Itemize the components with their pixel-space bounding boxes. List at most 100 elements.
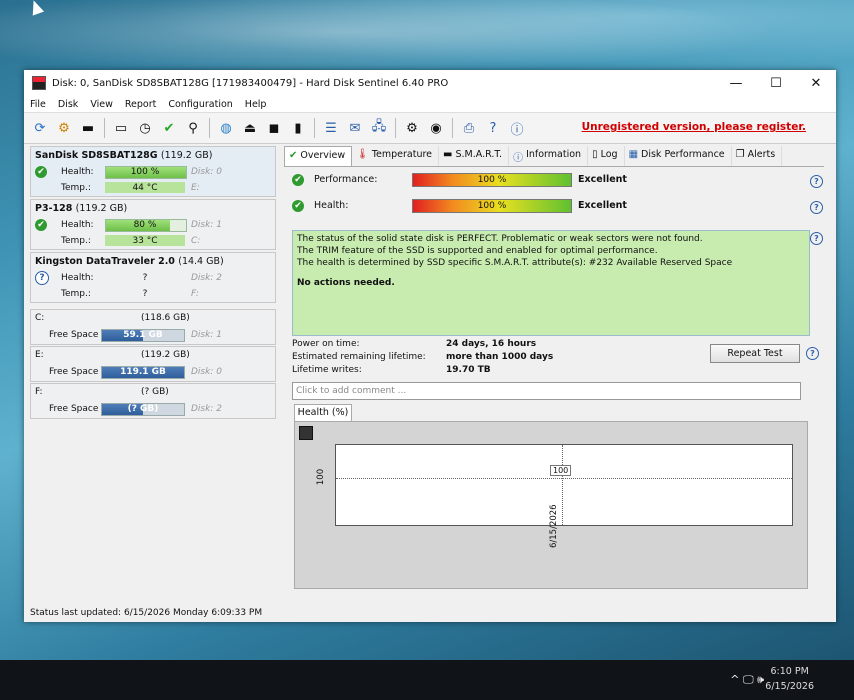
sound-icon[interactable]: ◉: [426, 118, 446, 138]
x-tick-label: 6/15/2026: [549, 504, 559, 548]
maximize-button[interactable]: ☐: [756, 70, 796, 96]
camera-icon[interactable]: ⎙: [459, 118, 479, 138]
writes-label: Lifetime writes:: [292, 365, 362, 375]
tab-overview[interactable]: ✔ Overview: [284, 146, 353, 166]
eject-icon[interactable]: ⏏: [240, 118, 260, 138]
disk-index: Disk: 1: [191, 220, 222, 230]
info-icon[interactable]: ⓘ: [507, 118, 527, 138]
volume-panel[interactable]: C: (118.6 GB) Free Space 59.1 GB Disk: 1: [30, 309, 276, 345]
help-icon[interactable]: ?: [810, 232, 823, 245]
performance-value: 100 %: [477, 175, 507, 185]
help-icon[interactable]: ?: [810, 201, 823, 214]
temp-value: ?: [142, 289, 148, 299]
disk-index: Disk: 0: [191, 167, 222, 177]
help-icon[interactable]: ?: [483, 118, 503, 138]
help-icon[interactable]: ?: [806, 347, 819, 360]
volume-panel[interactable]: F: (? GB) Free Space (? GB) Disk: 2: [30, 383, 276, 419]
system-tray[interactable]: ^ 🖵 🕪: [730, 673, 764, 687]
close-button[interactable]: ✕: [796, 70, 836, 96]
tab-temperature[interactable]: 🌡 Temperature: [352, 146, 440, 166]
comment-input[interactable]: Click to add comment ...: [292, 382, 801, 400]
check-icon: ✔: [35, 166, 47, 178]
y-tick-label: 100: [316, 468, 327, 486]
menu-view[interactable]: View: [84, 99, 119, 110]
temp-label: Temp.:: [61, 183, 91, 193]
globe-icon[interactable]: ◍: [216, 118, 236, 138]
settings-icon[interactable]: ⚙: [402, 118, 422, 138]
clock-test-icon[interactable]: ◷: [135, 118, 155, 138]
tab-bar: ✔ Overview 🌡 Temperature ▬ S.M.A.R.T. ⓘ Info…: [284, 146, 824, 167]
refresh-disk-icon[interactable]: ⚙: [54, 118, 74, 138]
tab-label: Log: [600, 149, 618, 160]
repeat-test-button[interactable]: Repeat Test: [710, 344, 800, 363]
status-line: The health is determined by SSD specific…: [297, 258, 733, 268]
check-icon: ✔: [292, 174, 304, 186]
disk-icon[interactable]: ▬: [78, 118, 98, 138]
health-label: Health:: [61, 220, 94, 230]
toolbar-separator: [104, 118, 105, 138]
menu-file[interactable]: File: [24, 99, 52, 110]
network-icon[interactable]: 🖧: [369, 118, 389, 138]
tab-log[interactable]: ▯ Log: [588, 146, 625, 166]
free-space-label: Free Space: [49, 367, 99, 377]
clock[interactable]: 6:10 PM 6/15/2026: [765, 664, 814, 694]
menu-disk[interactable]: Disk: [52, 99, 84, 110]
status-description: The status of the solid state disk is PE…: [292, 230, 810, 336]
check-icon: ✔: [35, 219, 47, 231]
actions-text: No actions needed.: [297, 278, 395, 288]
search-icon[interactable]: ⚲: [183, 118, 203, 138]
drive-icon[interactable]: ◼: [264, 118, 284, 138]
clock-time: 6:10 PM: [770, 666, 809, 677]
health-row: ✔ Health: 100 % Excellent ?: [284, 193, 824, 219]
smart-icon: ▬: [443, 149, 453, 160]
tab-disk-performance[interactable]: ▦ Disk Performance: [625, 146, 732, 166]
tab-alerts[interactable]: ❐ Alerts: [732, 146, 783, 166]
menu-bar: File Disk View Report Configuration Help: [24, 96, 836, 113]
app-icon: [32, 76, 46, 90]
tab-health-chart[interactable]: Health (%): [294, 404, 352, 421]
minimize-button[interactable]: —: [716, 70, 756, 96]
tab-information[interactable]: ⓘ Information: [509, 146, 589, 166]
volume-panel[interactable]: E: (119.2 GB) Free Space 119.1 GB Disk: 0: [30, 346, 276, 382]
health-value: 80 %: [133, 220, 157, 230]
performance-row: ✔ Performance: 100 % Excellent ?: [284, 167, 824, 193]
disk-panel[interactable]: SanDisk SD8SBAT128G (119.2 GB) ✔ Health:…: [30, 146, 276, 197]
save-icon[interactable]: [299, 426, 313, 440]
surface-test-icon[interactable]: ▭: [111, 118, 131, 138]
menu-configuration[interactable]: Configuration: [162, 99, 238, 110]
help-icon[interactable]: ?: [810, 175, 823, 188]
status-line: The TRIM feature of the SSD is supported…: [297, 246, 658, 256]
menu-help[interactable]: Help: [239, 99, 273, 110]
mail-icon[interactable]: ✉: [345, 118, 365, 138]
health-bar: 100 %: [412, 199, 572, 213]
health-value: ?: [142, 273, 148, 283]
temp-value: 44 °C: [132, 183, 158, 193]
tab-label: S.M.A.R.T.: [455, 149, 503, 160]
value-gridline: [336, 478, 792, 479]
health-rating: Excellent: [578, 200, 627, 211]
performance-rating: Excellent: [578, 174, 627, 185]
tab-label: Alerts: [747, 149, 776, 160]
disk-panel[interactable]: P3-128 (119.2 GB) ✔ Health: 80 % Disk: 1…: [30, 199, 276, 250]
unregistered-link[interactable]: Unregistered version, please register.: [582, 121, 806, 133]
report-icon[interactable]: ☰: [321, 118, 341, 138]
volume-disk: Disk: 2: [191, 404, 222, 414]
check-test-icon[interactable]: ✔: [159, 118, 179, 138]
health-value: 100 %: [130, 167, 160, 177]
lifetime-value: more than 1000 days: [446, 352, 554, 362]
free-space-value: (? GB): [127, 404, 159, 414]
tab-smart[interactable]: ▬ S.M.A.R.T.: [439, 146, 510, 166]
power-on-label: Power on time:: [292, 339, 360, 349]
volume-disk: Disk: 1: [191, 330, 222, 340]
question-icon: ?: [35, 271, 49, 285]
temp-row: Temp.: 44 °C E:: [31, 180, 275, 196]
refresh-icon[interactable]: ⟳: [30, 118, 50, 138]
save-disk-icon[interactable]: ▮: [288, 118, 308, 138]
toolbar-separator: [395, 118, 396, 138]
app-window: Disk: 0, SanDisk SD8SBAT128G [1719834004…: [24, 70, 836, 622]
menu-report[interactable]: Report: [119, 99, 163, 110]
chart-icon: ▦: [628, 149, 639, 160]
disk-panel[interactable]: Kingston DataTraveler 2.0 (14.4 GB) ? He…: [30, 252, 276, 303]
disk-stats: Power on time: 24 days, 16 hours Estimate…: [292, 338, 553, 377]
desktop-wallpaper: [0, 0, 854, 80]
